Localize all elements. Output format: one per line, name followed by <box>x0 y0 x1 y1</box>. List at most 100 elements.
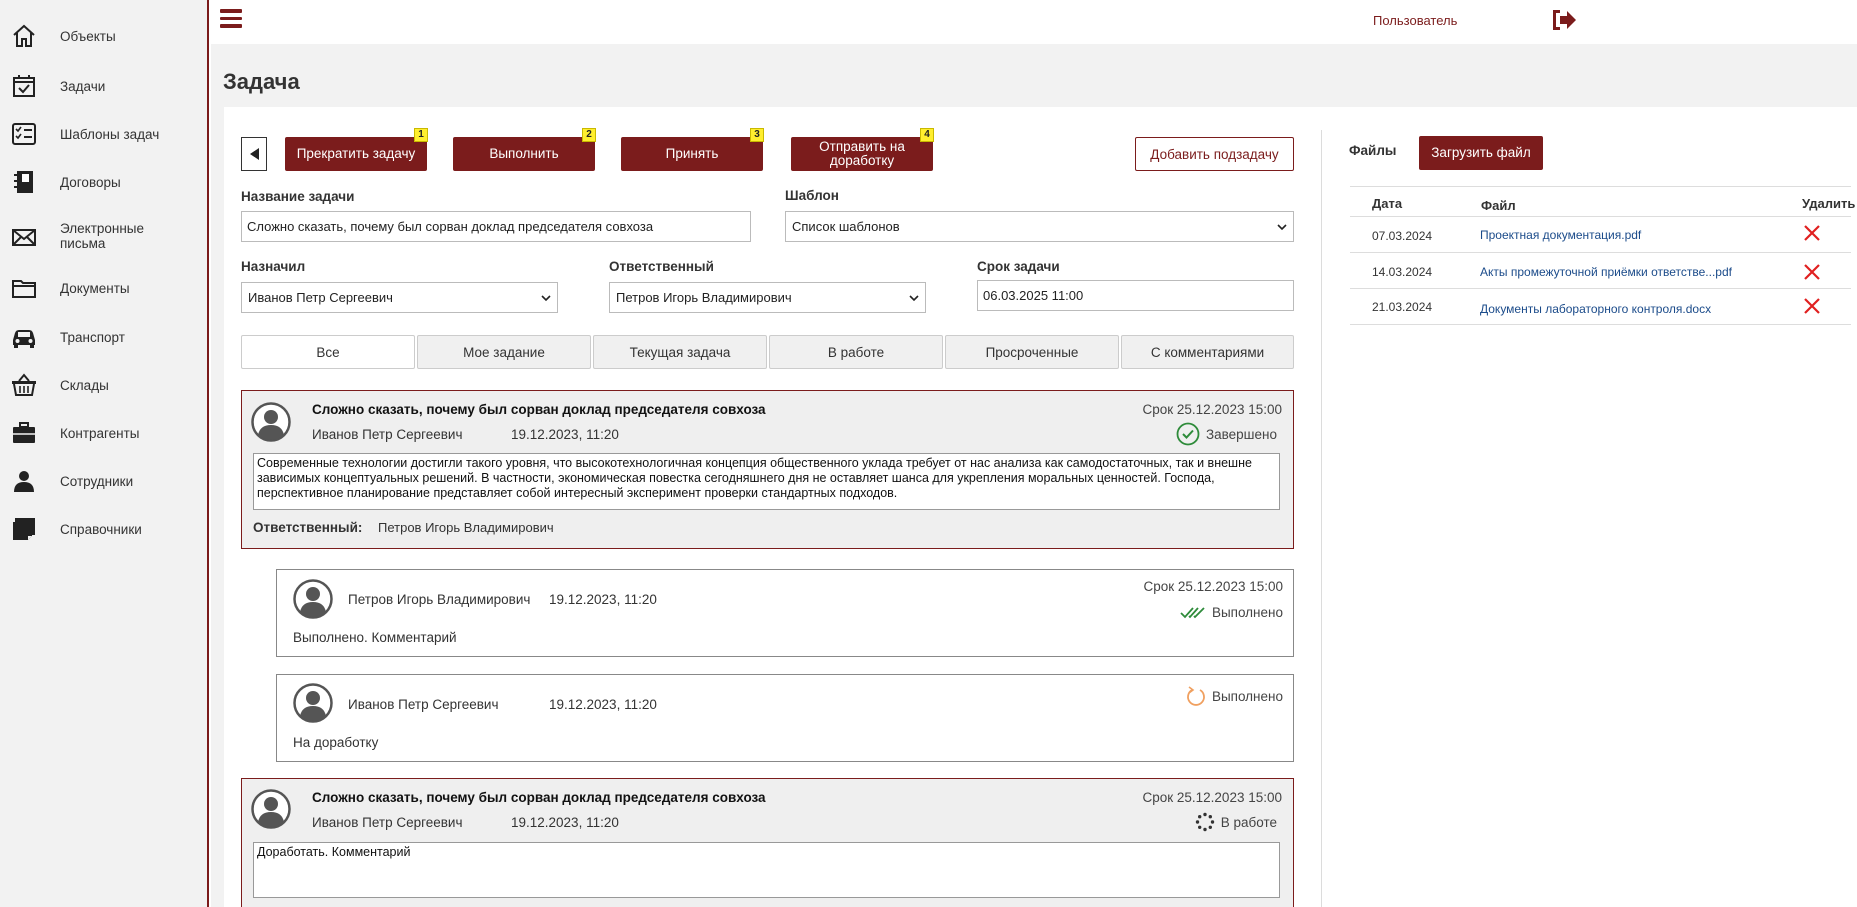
task-name-label: Название задачи <box>241 189 355 204</box>
card-responsible-label: Ответственный: <box>253 520 363 535</box>
sidebar-item-documents[interactable]: Документы <box>0 274 207 302</box>
card-date: 19.12.2023, 11:20 <box>511 427 619 442</box>
upload-file-button[interactable]: Загрузить файл <box>1419 136 1543 170</box>
logout-icon[interactable] <box>1550 8 1578 32</box>
back-button[interactable] <box>241 137 267 171</box>
comment-card[interactable]: Петров Игорь Владимирович 19.12.2023, 11… <box>276 569 1294 657</box>
sidebar-item-label: Объекты <box>60 28 116 44</box>
sidebar: Объекты Задачи Шаблоны задач Договоры Эл… <box>0 0 209 907</box>
template-select[interactable]: Список шаблонов <box>785 211 1294 242</box>
check-circle-icon <box>1176 422 1200 446</box>
files-label: Файлы <box>1349 143 1397 158</box>
sidebar-item-label: Документы <box>60 280 130 296</box>
complete-label: Выполнить <box>489 146 559 161</box>
stop-task-label: Прекратить задачу <box>296 146 416 161</box>
card-author: Петров Игорь Владимирович <box>348 592 531 607</box>
assigned-by-value: Иванов Петр Сергеевич <box>248 290 393 305</box>
sidebar-item-label: Сотрудники <box>60 473 134 489</box>
responsible-label: Ответственный <box>609 259 714 274</box>
sidebar-item-tasks[interactable]: Задачи <box>0 72 207 100</box>
card-title: Сложно сказать, почему был сорван доклад… <box>312 402 766 417</box>
sidebar-item-transport[interactable]: Транспорт <box>0 323 207 351</box>
tab-current-task[interactable]: Текущая задача <box>593 335 767 369</box>
sidebar-item-label: Склады <box>60 377 109 393</box>
file-row: 14.03.2024 Акты промежуточной приёмки от… <box>1350 253 1851 289</box>
envelope-icon <box>10 223 38 251</box>
person-icon <box>10 467 38 495</box>
assigned-by-label: Назначил <box>241 259 306 274</box>
task-card[interactable]: Сложно сказать, почему был сорван доклад… <box>241 390 1294 549</box>
user-name[interactable]: Пользователь <box>1373 13 1457 28</box>
sidebar-item-emails[interactable]: Электронные письма <box>0 221 207 253</box>
files-header-delete: Удалить <box>1802 196 1856 211</box>
assigned-by-select[interactable]: Иванов Петр Сергеевич <box>241 282 558 313</box>
tab-my-assignment[interactable]: Мое задание <box>417 335 591 369</box>
tab-overdue[interactable]: Просроченные <box>945 335 1119 369</box>
tab-all[interactable]: Все <box>241 335 415 369</box>
deadline-input[interactable] <box>977 280 1294 311</box>
sidebar-item-counterparties[interactable]: Контрагенты <box>0 419 207 447</box>
sidebar-item-label: Контрагенты <box>60 425 140 441</box>
card-status-label: Завершено <box>1205 426 1277 442</box>
files-header-date: Дата <box>1372 196 1403 211</box>
sidebar-item-label: Электронные письма <box>60 221 145 251</box>
accept-button[interactable]: Принять 3 <box>621 128 764 171</box>
send-for-revision-button[interactable]: Отправить на доработку 4 <box>791 128 934 171</box>
sidebar-item-employees[interactable]: Сотрудники <box>0 467 207 495</box>
hotkey-badge: 3 <box>750 128 764 142</box>
card-status: Выполнено <box>1180 605 1283 620</box>
add-subtask-button[interactable]: Добавить подзадачу <box>1135 137 1294 171</box>
sidebar-item-warehouses[interactable]: Склады <box>0 371 207 399</box>
task-card[interactable]: Сложно сказать, почему был сорван доклад… <box>241 778 1294 907</box>
sidebar-item-objects[interactable]: Объекты <box>0 22 207 50</box>
panel-divider <box>1321 130 1322 907</box>
card-description: Доработать. Комментарий <box>253 842 1280 898</box>
card-deadline: Срок 25.12.2023 15:00 <box>1142 402 1282 417</box>
sidebar-item-contracts[interactable]: Договоры <box>0 168 207 196</box>
card-comment-text: На доработку <box>293 735 379 750</box>
card-author: Иванов Петр Сергеевич <box>312 427 463 442</box>
hotkey-badge: 1 <box>414 128 428 142</box>
file-row: 07.03.2024 Проектная документация.pdf <box>1350 217 1851 253</box>
responsible-select[interactable]: Петров Игорь Владимирович <box>609 282 926 313</box>
card-date: 19.12.2023, 11:20 <box>549 697 657 712</box>
delete-icon[interactable] <box>1803 297 1821 315</box>
comment-card[interactable]: Иванов Петр Сергеевич 19.12.2023, 11:20 … <box>276 674 1294 762</box>
calendar-check-icon <box>10 72 38 100</box>
chevron-down-icon <box>541 295 551 302</box>
tab-with-comments[interactable]: С комментариями <box>1121 335 1294 369</box>
stop-task-button[interactable]: Прекратить задачу 1 <box>285 128 428 171</box>
tab-in-progress[interactable]: В работе <box>769 335 943 369</box>
sidebar-item-label: Задачи <box>60 78 106 94</box>
card-author: Иванов Петр Сергеевич <box>312 815 463 830</box>
topbar: Пользователь <box>211 0 1857 44</box>
complete-button[interactable]: Выполнить 2 <box>453 128 596 171</box>
page-title: Задача <box>223 69 300 94</box>
card-comment-text: Выполнено. Комментарий <box>293 630 457 645</box>
task-name-input[interactable] <box>241 211 751 242</box>
spinner-icon <box>1195 812 1214 832</box>
responsible-value: Петров Игорь Владимирович <box>616 290 792 305</box>
file-link[interactable]: Документы лабораторного контроля.docx <box>1480 302 1711 316</box>
redo-icon <box>1187 686 1205 706</box>
file-link[interactable]: Проектная документация.pdf <box>1480 228 1641 242</box>
avatar-icon <box>293 683 333 723</box>
card-deadline: Срок 25.12.2023 15:00 <box>1143 579 1283 594</box>
delete-icon[interactable] <box>1803 263 1821 281</box>
avatar-icon <box>251 402 291 442</box>
delete-icon[interactable] <box>1803 224 1821 242</box>
avatar-icon <box>251 789 291 829</box>
card-status: Выполнено <box>1186 686 1283 706</box>
sidebar-item-label: Транспорт <box>60 329 125 345</box>
card-description: Современные технологии достигли такого у… <box>253 453 1280 510</box>
basket-icon <box>10 371 38 399</box>
template-value: Список шаблонов <box>792 219 900 234</box>
files-header-file: Файл <box>1481 198 1516 213</box>
deadline-label: Срок задачи <box>977 259 1060 274</box>
file-date: 21.03.2024 <box>1372 300 1433 314</box>
card-date: 19.12.2023, 11:20 <box>549 592 657 607</box>
sidebar-item-task-templates[interactable]: Шаблоны задач <box>0 120 207 148</box>
sidebar-item-references[interactable]: Справочники <box>0 515 207 543</box>
file-link[interactable]: Акты промежуточной приёмки ответстве...p… <box>1480 265 1732 279</box>
menu-icon[interactable] <box>220 9 242 31</box>
